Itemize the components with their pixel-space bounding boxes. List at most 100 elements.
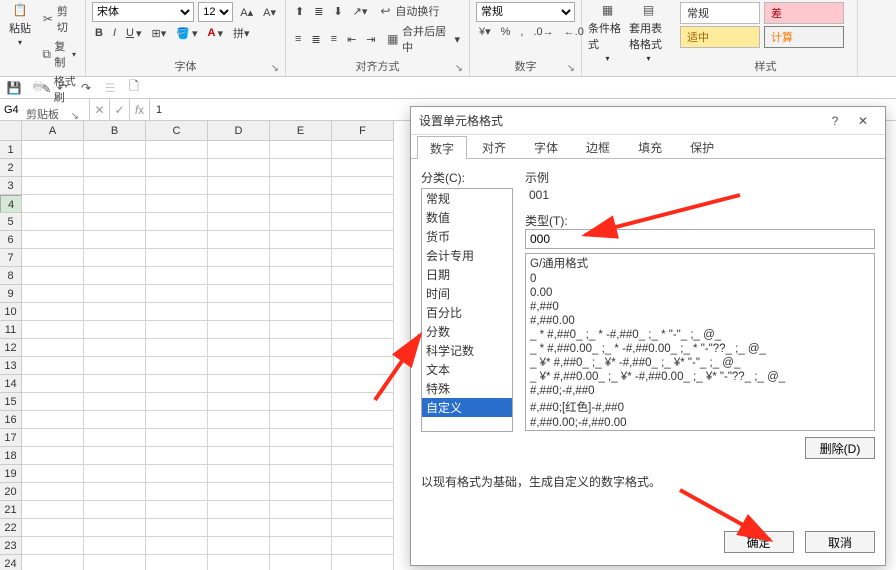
category-list[interactable]: 常规数值货币会计专用日期时间百分比分数科学记数文本特殊自定义 — [421, 188, 513, 432]
category-item[interactable]: 时间 — [422, 284, 512, 303]
cell[interactable] — [332, 375, 394, 393]
cell[interactable] — [146, 231, 208, 249]
increase-indent-button[interactable]: ⇥ — [363, 32, 378, 47]
dialog-tab[interactable]: 对齐 — [469, 135, 519, 158]
cell[interactable] — [270, 285, 332, 303]
row-header[interactable]: 5 — [0, 213, 22, 231]
cell[interactable] — [208, 249, 270, 267]
row-header[interactable]: 21 — [0, 501, 22, 519]
category-item[interactable]: 自定义 — [422, 398, 512, 417]
redo-button[interactable]: ↷ — [78, 80, 94, 96]
cell[interactable] — [270, 555, 332, 570]
merge-center-button[interactable]: ▦合并后居中▾ — [383, 22, 464, 56]
cell[interactable] — [84, 393, 146, 411]
cell[interactable] — [22, 285, 84, 303]
format-item[interactable]: _ ¥* #,##0_ ;_ ¥* -#,##0_ ;_ ¥* "-"_ ;_ … — [526, 356, 874, 370]
row-header[interactable]: 2 — [0, 159, 22, 177]
cell[interactable] — [146, 267, 208, 285]
row-header[interactable]: 10 — [0, 303, 22, 321]
conditional-format-button[interactable]: ▦ 条件格式 ▾ — [588, 2, 627, 63]
row-header[interactable]: 8 — [0, 267, 22, 285]
row-header[interactable]: 15 — [0, 393, 22, 411]
column-header[interactable]: A — [22, 121, 84, 141]
cell[interactable] — [270, 465, 332, 483]
cell[interactable] — [22, 519, 84, 537]
cell[interactable] — [270, 447, 332, 465]
cell[interactable] — [84, 267, 146, 285]
format-item[interactable]: #,##0.00 — [526, 314, 874, 328]
row-header[interactable]: 18 — [0, 447, 22, 465]
cell[interactable] — [208, 231, 270, 249]
row-header[interactable]: 4 — [0, 195, 22, 213]
fill-color-button[interactable]: 🪣▾ — [173, 26, 200, 41]
cell[interactable] — [22, 483, 84, 501]
cell[interactable] — [22, 213, 84, 231]
cell[interactable] — [84, 159, 146, 177]
row-header[interactable]: 19 — [0, 465, 22, 483]
cell[interactable] — [208, 159, 270, 177]
cell[interactable] — [84, 447, 146, 465]
cell[interactable] — [146, 501, 208, 519]
cell[interactable] — [208, 213, 270, 231]
format-item[interactable]: #,##0 — [526, 300, 874, 314]
style-swatch-normal[interactable]: 常规 — [680, 2, 760, 24]
row-header[interactable]: 23 — [0, 537, 22, 555]
cell[interactable] — [22, 321, 84, 339]
cell[interactable] — [270, 177, 332, 195]
row-header[interactable]: 14 — [0, 375, 22, 393]
accounting-format-button[interactable]: ¥▾ — [476, 24, 494, 39]
cell[interactable] — [208, 411, 270, 429]
row-header[interactable]: 11 — [0, 321, 22, 339]
touch-mode-button[interactable]: ☰ — [102, 80, 118, 96]
cell[interactable] — [208, 393, 270, 411]
cell[interactable] — [270, 537, 332, 555]
bold-button[interactable]: B — [92, 26, 106, 40]
cell[interactable] — [146, 519, 208, 537]
decrease-indent-button[interactable]: ⇤ — [344, 32, 359, 47]
format-item[interactable]: 0 — [526, 272, 874, 286]
cell[interactable] — [208, 555, 270, 570]
italic-button[interactable]: I — [110, 26, 119, 40]
category-item[interactable]: 数值 — [422, 208, 512, 227]
format-item[interactable]: 0.00 — [526, 286, 874, 300]
cell[interactable] — [84, 519, 146, 537]
cell[interactable] — [270, 213, 332, 231]
cell[interactable] — [270, 483, 332, 501]
cell[interactable] — [146, 249, 208, 267]
close-button[interactable]: ✕ — [849, 114, 877, 128]
cell[interactable] — [84, 411, 146, 429]
cell[interactable] — [332, 303, 394, 321]
style-swatch-neutral[interactable]: 适中 — [680, 26, 760, 48]
cell[interactable] — [22, 555, 84, 570]
dialog-tab[interactable]: 数字 — [417, 136, 467, 159]
category-item[interactable]: 科学记数 — [422, 341, 512, 360]
copy-button[interactable]: ⧉复制▾ — [38, 37, 79, 71]
format-item[interactable]: _ ¥* #,##0.00_ ;_ ¥* -#,##0.00_ ;_ ¥* "-… — [526, 370, 874, 384]
cell[interactable] — [22, 501, 84, 519]
cell[interactable] — [84, 285, 146, 303]
cancel-button[interactable]: 取消 — [805, 531, 875, 553]
cell[interactable] — [146, 411, 208, 429]
cell[interactable] — [22, 429, 84, 447]
cell[interactable] — [332, 159, 394, 177]
dialog-tab[interactable]: 保护 — [677, 135, 727, 158]
cell[interactable] — [270, 321, 332, 339]
cell[interactable] — [208, 537, 270, 555]
enter-formula-button[interactable]: ✓ — [110, 99, 130, 120]
cell[interactable] — [208, 357, 270, 375]
cell[interactable] — [332, 357, 394, 375]
font-size-select[interactable]: 12 — [198, 2, 233, 22]
undo-button[interactable]: ↶ — [54, 80, 70, 96]
increase-font-button[interactable]: A▴ — [237, 5, 256, 20]
format-item[interactable]: #,##0;-#,##0 — [526, 384, 874, 398]
cell[interactable] — [146, 357, 208, 375]
phonetic-button[interactable]: 拼▾ — [230, 24, 253, 42]
category-item[interactable]: 百分比 — [422, 303, 512, 322]
save-button[interactable]: 💾 — [6, 80, 22, 96]
style-swatch-calc[interactable]: 计算 — [764, 26, 844, 48]
row-header[interactable]: 12 — [0, 339, 22, 357]
decrease-font-button[interactable]: A▾ — [260, 5, 279, 20]
cell[interactable] — [270, 375, 332, 393]
cell[interactable] — [270, 501, 332, 519]
cell[interactable] — [146, 321, 208, 339]
